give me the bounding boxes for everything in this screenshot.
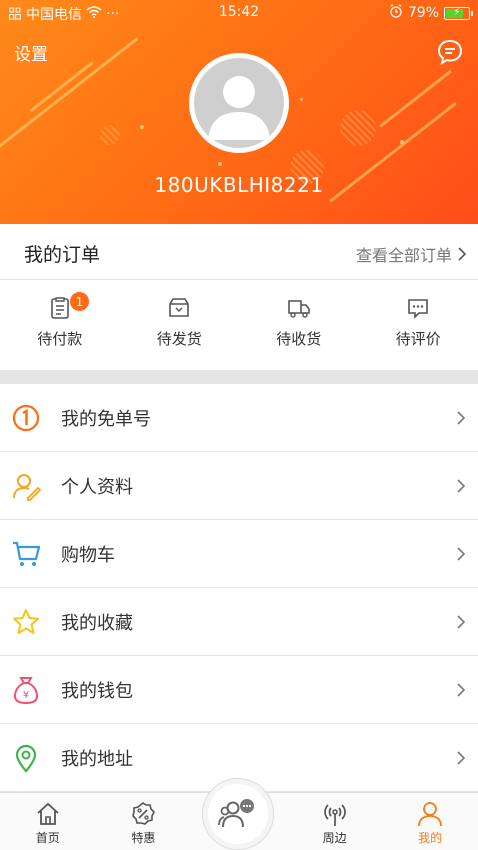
wallet-list-icon	[50, 297, 69, 319]
view-all-orders-label: 查看全部订单	[355, 246, 452, 265]
menu-item-profile[interactable]: 个人资料	[0, 452, 478, 520]
orders-header: 我的订单 查看全部订单	[0, 224, 478, 280]
menu-label: 我的免单号	[61, 408, 151, 430]
chevron-right-icon	[457, 479, 466, 493]
circled-one-icon	[12, 404, 40, 431]
chevron-right-icon	[457, 547, 466, 561]
chevron-right-icon	[458, 247, 466, 261]
section-divider	[0, 370, 478, 384]
header-decoration	[340, 110, 376, 146]
header-decoration	[400, 140, 404, 144]
community-button[interactable]	[202, 778, 274, 850]
chevron-right-icon	[457, 751, 466, 765]
order-label: 待收货	[276, 330, 322, 348]
header-decoration	[300, 98, 303, 101]
header-decoration	[379, 69, 452, 128]
menu-label: 我的地址	[61, 748, 133, 770]
comment-icon	[408, 299, 429, 319]
status-bar: 㗊 中国电信 ··· 15:42 79% ⚡	[0, 0, 478, 26]
home-icon	[37, 802, 59, 825]
community-icon	[218, 799, 254, 828]
package-box-icon	[169, 298, 190, 317]
unpaid-count-badge: 1	[70, 292, 89, 311]
order-pending-shipment[interactable]: 待发货	[120, 280, 240, 370]
profile-icon	[418, 802, 443, 827]
header-decoration	[100, 125, 120, 145]
avatar[interactable]	[189, 53, 289, 153]
default-user-icon	[194, 58, 284, 148]
order-pending-review[interactable]: 待评价	[359, 280, 478, 370]
discount-icon	[132, 802, 156, 825]
orders-title: 我的订单	[24, 244, 101, 266]
order-label: 待评价	[395, 330, 441, 348]
menu-label: 我的钱包	[61, 680, 133, 702]
star-icon	[13, 608, 39, 634]
location-pin-icon	[15, 744, 37, 773]
username: 180UKBLHI8221	[154, 173, 324, 197]
clock: 15:42	[218, 4, 260, 20]
header-decoration	[140, 125, 144, 129]
message-icon[interactable]	[436, 38, 464, 66]
tab-deals[interactable]: 特惠	[96, 793, 192, 850]
view-all-orders-link[interactable]: 查看全部订单	[356, 242, 466, 266]
order-pending-receipt[interactable]: 待收货	[239, 280, 359, 370]
tab-home[interactable]: 首页	[0, 793, 96, 850]
order-label: 待付款	[37, 330, 83, 348]
truck-icon	[287, 300, 310, 318]
battery-icon: ⚡	[444, 6, 473, 20]
user-edit-icon	[13, 473, 41, 501]
menu-item-free-order-number[interactable]: 我的免单号	[0, 384, 478, 452]
settings-link[interactable]: 设置	[14, 40, 48, 65]
menu-label: 我的收藏	[61, 612, 133, 634]
header-decoration	[218, 162, 222, 166]
battery-percent: 79%	[407, 5, 439, 21]
tab-mine[interactable]: 我的	[382, 793, 478, 850]
tab-nearby[interactable]: 周边	[287, 793, 383, 850]
alarm-icon	[389, 4, 403, 22]
orders-section: 我的订单 查看全部订单 1 待付款 待发货 待收货 待评价	[0, 224, 478, 370]
profile-header: 㗊 中国电信 ··· 15:42 79% ⚡ 设置 180UKBLHI8221	[0, 0, 478, 224]
chevron-right-icon	[457, 683, 466, 697]
chevron-right-icon	[457, 615, 466, 629]
tab-label: 周边	[322, 831, 347, 845]
menu-item-cart[interactable]: 购物车	[0, 520, 478, 588]
menu-label: 购物车	[61, 544, 115, 566]
menu-list: 我的免单号 个人资料 购物车 我的收藏 ¥ 我的钱包 我的地址	[0, 384, 478, 792]
chevron-right-icon	[457, 411, 466, 425]
tab-label: 我的	[418, 831, 443, 845]
header-decoration	[29, 61, 94, 113]
cart-icon	[13, 541, 41, 566]
order-pending-payment[interactable]: 1 待付款	[0, 280, 120, 370]
money-bag-icon: ¥	[13, 676, 39, 704]
tab-label: 特惠	[131, 831, 156, 845]
menu-item-favorites[interactable]: 我的收藏	[0, 588, 478, 656]
nearby-signal-icon	[323, 804, 346, 826]
tab-label: 首页	[35, 831, 60, 845]
menu-label: 个人资料	[61, 476, 133, 498]
order-label: 待发货	[156, 330, 202, 348]
svg-text:¥: ¥	[23, 690, 29, 701]
menu-item-wallet[interactable]: ¥ 我的钱包	[0, 656, 478, 724]
